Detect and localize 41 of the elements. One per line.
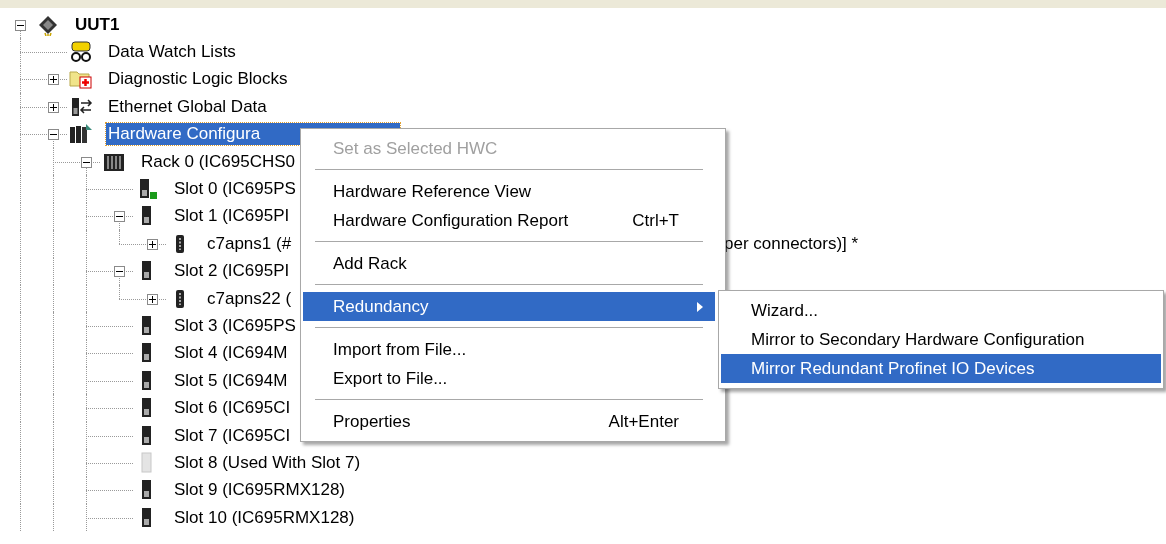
tree-item[interactable]: Slot 8 (Used With Slot 7) <box>172 451 363 474</box>
tree-item[interactable]: Slot 3 (IC695PS <box>172 315 298 337</box>
expand-toggle[interactable] <box>48 101 59 113</box>
network-icon <box>69 95 93 118</box>
menu-item[interactable]: Redundancy <box>303 292 715 321</box>
menu-item[interactable]: Hardware Reference View <box>303 177 715 206</box>
tree-item[interactable]: UUT1 <box>73 13 122 36</box>
collapse-toggle[interactable] <box>15 19 26 31</box>
collapse-toggle[interactable] <box>114 211 125 223</box>
tree-item[interactable]: Slot 0 (IC695PS <box>172 178 298 201</box>
glasses-icon <box>69 41 93 64</box>
tree-item[interactable]: Slot 6 (IC695CI <box>172 397 293 420</box>
rack-icon <box>69 123 93 146</box>
menu-item[interactable]: Wizard... <box>721 296 1161 325</box>
collapse-toggle[interactable] <box>114 266 125 278</box>
tree-item[interactable]: Slot 2 (IC695PI <box>172 260 292 283</box>
expand-toggle[interactable] <box>147 238 158 250</box>
menu-item[interactable]: Properties Alt+Enter <box>303 407 715 436</box>
expand-toggle[interactable] <box>147 293 158 305</box>
menu-item[interactable]: Add Rack <box>303 249 715 278</box>
folder-icon <box>69 68 93 91</box>
tree-item[interactable]: Slot 1 (IC695PI <box>172 205 292 228</box>
tree-item[interactable]: Data Watch Lists <box>106 41 238 64</box>
expand-toggle[interactable] <box>48 74 59 86</box>
tree-item[interactable]: Slot 4 (IC694M <box>172 342 290 365</box>
tree-item[interactable]: Ethernet Global Data <box>106 95 269 118</box>
tree-item[interactable]: Diagnostic Logic Blocks <box>106 68 290 91</box>
menu-item[interactable]: Export to File... <box>303 364 715 393</box>
collapse-toggle[interactable] <box>81 156 92 168</box>
tree-item[interactable]: Slot 7 (IC695CI <box>172 424 293 447</box>
menu-item[interactable]: Import from File... <box>303 335 715 364</box>
menu-item[interactable]: Mirror Redundant Profinet IO Devices <box>721 354 1161 383</box>
collapse-toggle[interactable] <box>48 129 59 141</box>
tree-item[interactable]: c7apns22 ( <box>205 287 294 310</box>
tree-item[interactable]: Slot 10 (IC695RMX128) <box>172 506 357 529</box>
tree-item[interactable]: Slot 5 (IC694M <box>172 369 290 392</box>
menu-item[interactable]: Mirror to Secondary Hardware Configuration <box>721 325 1161 354</box>
tree-item[interactable]: Rack 0 (IC695CHS0 <box>139 150 297 173</box>
menu-item[interactable]: Hardware Configuration Report Ctrl+T <box>303 206 715 235</box>
tree-item[interactable]: c7apns1 (# <box>205 232 294 255</box>
tree-item[interactable]: Slot 9 (IC695RMX128) <box>172 479 348 502</box>
